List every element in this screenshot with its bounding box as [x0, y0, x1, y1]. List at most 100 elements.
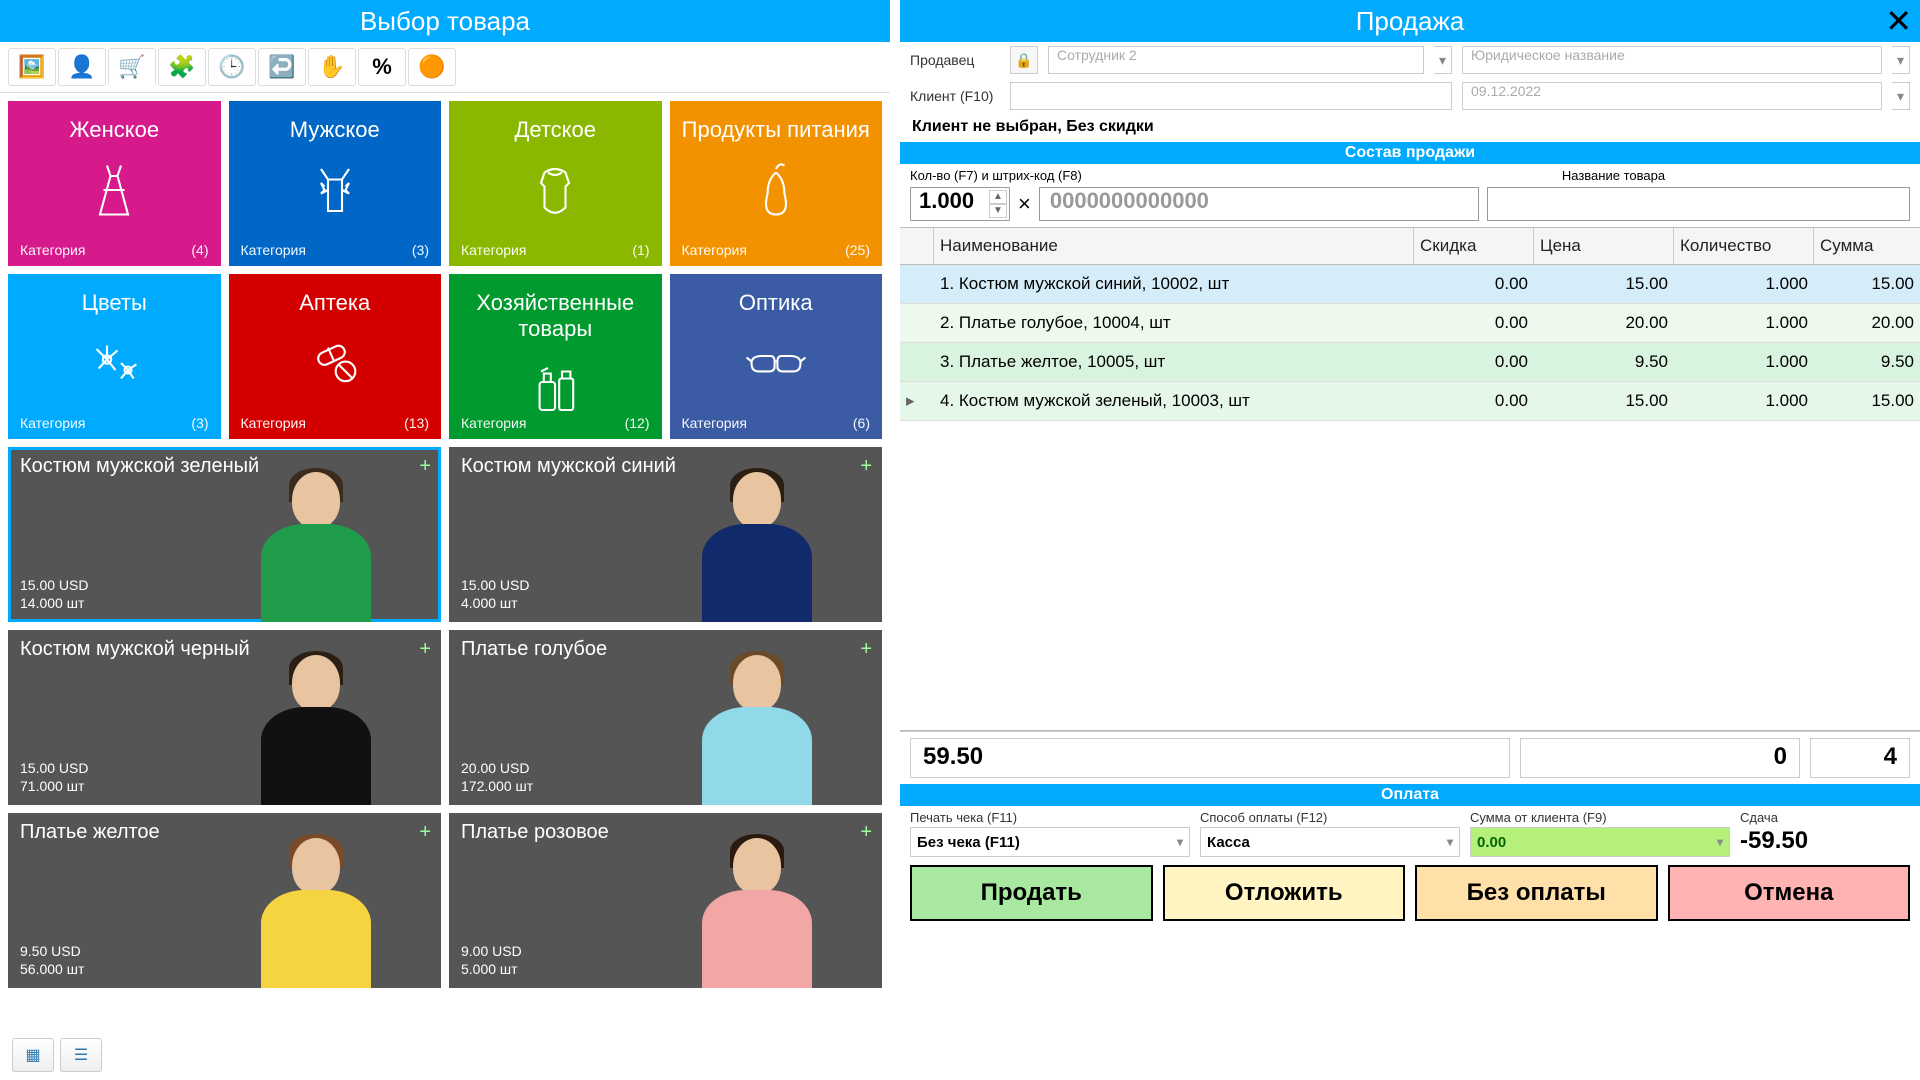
category-title: Продукты питания: [682, 117, 871, 143]
seller-label: Продавец: [910, 52, 1000, 68]
product-card-2[interactable]: Костюм мужской черный + 15.00 USD71.000 …: [8, 630, 441, 805]
category-tile-1[interactable]: Мужское Категория(3): [229, 101, 442, 266]
seller-select[interactable]: Сотрудник 2: [1048, 46, 1424, 74]
section-sale-contents: Состав продажи: [900, 142, 1920, 164]
category-tile-6[interactable]: Хозяйственные товары Категория(12): [449, 274, 662, 439]
product-image: [692, 828, 822, 988]
category-label: Категория: [461, 242, 526, 258]
product-card-3[interactable]: Платье голубое + 20.00 USD172.000 шт: [449, 630, 882, 805]
category-tile-4[interactable]: Цветы Категория(3): [8, 274, 221, 439]
onesie-icon: [461, 155, 650, 225]
row-price: 9.50: [1534, 343, 1674, 381]
change-value: -59.50: [1740, 827, 1910, 855]
category-tile-0[interactable]: Женское Категория(4): [8, 101, 221, 266]
sell-button[interactable]: Продать: [910, 865, 1153, 921]
table-row[interactable]: 1. Костюм мужской синий, 10002, шт 0.00 …: [900, 265, 1920, 304]
close-icon[interactable]: ✕: [1885, 0, 1912, 42]
category-title: Аптека: [241, 290, 430, 316]
product-card-4[interactable]: Платье желтое + 9.50 USD56.000 шт: [8, 813, 441, 988]
row-sum: 20.00: [1814, 304, 1920, 342]
col-price: Цена: [1534, 228, 1674, 264]
sale-table: Наименование Скидка Цена Количество Сумм…: [900, 227, 1920, 731]
barcode-input[interactable]: 0000000000000: [1039, 187, 1479, 221]
product-image: [692, 462, 822, 622]
row-name: 2. Платье голубое, 10004, шт: [934, 304, 1414, 342]
qty-barcode-label: Кол-во (F7) и штрих-код (F8): [910, 168, 1082, 183]
client-label: Клиент (F10): [910, 88, 1000, 104]
row-discount: 0.00: [1414, 304, 1534, 342]
toolbar-btn-hand[interactable]: ✋: [308, 48, 356, 86]
plus-icon: +: [419, 821, 431, 844]
receipt-select[interactable]: Без чека (F11)▾: [910, 827, 1190, 857]
category-count: (25): [845, 242, 870, 258]
legal-caret[interactable]: ▾: [1892, 46, 1910, 74]
product-meta: 15.00 USD71.000 шт: [20, 759, 88, 795]
item-name-input[interactable]: [1487, 187, 1910, 221]
category-title: Оптика: [682, 290, 871, 316]
cancel-button[interactable]: Отмена: [1668, 865, 1911, 921]
product-meta: 9.00 USD5.000 шт: [461, 942, 522, 978]
product-meta: 20.00 USD172.000 шт: [461, 759, 533, 795]
plus-icon: +: [860, 821, 872, 844]
row-price: 15.00: [1534, 382, 1674, 420]
toolbar-btn-cart[interactable]: 🛒: [108, 48, 156, 86]
change-label: Сдача: [1740, 810, 1910, 825]
date-caret[interactable]: ▾: [1892, 82, 1910, 110]
client-input[interactable]: [1010, 82, 1452, 110]
table-row[interactable]: 2. Платье голубое, 10004, шт 0.00 20.00 …: [900, 304, 1920, 343]
hold-button[interactable]: Отложить: [1163, 865, 1406, 921]
category-tile-7[interactable]: Оптика Категория (6): [670, 274, 883, 439]
right-panel-title: Продажа ✕: [900, 0, 1920, 42]
table-row[interactable]: ▸ 4. Костюм мужской зеленый, 10003, шт 0…: [900, 382, 1920, 421]
category-tile-3[interactable]: Продукты питания Категория (25): [670, 101, 883, 266]
row-qty: 1.000: [1674, 304, 1814, 342]
row-qty: 1.000: [1674, 265, 1814, 303]
qty-input[interactable]: 1.000 ▲▼: [910, 187, 1010, 221]
category-count: (3): [412, 242, 429, 258]
product-image: [251, 645, 381, 805]
seller-caret[interactable]: ▾: [1434, 46, 1452, 74]
legal-select[interactable]: Юридическое название: [1462, 46, 1882, 74]
category-label: Категория: [682, 415, 747, 431]
category-count: (4): [191, 242, 208, 258]
method-select[interactable]: Касса▾: [1200, 827, 1460, 857]
table-row[interactable]: 3. Платье желтое, 10005, шт 0.00 9.50 1.…: [900, 343, 1920, 382]
plus-icon: +: [419, 638, 431, 661]
row-price: 20.00: [1534, 304, 1674, 342]
date-select[interactable]: 09.12.2022: [1462, 82, 1882, 110]
category-label: Категория: [241, 415, 306, 431]
product-card-0[interactable]: Костюм мужской зеленый + 15.00 USD14.000…: [8, 447, 441, 622]
category-tile-5[interactable]: Аптека Категория(13): [229, 274, 442, 439]
toolbar-btn-image[interactable]: 🖼️: [8, 48, 56, 86]
product-card-5[interactable]: Платье розовое + 9.00 USD5.000 шт: [449, 813, 882, 988]
toolbar-btn-clock[interactable]: 🕒: [208, 48, 256, 86]
category-label: Категория: [20, 415, 85, 431]
left-panel-title: Выбор товара: [0, 0, 890, 42]
product-card-1[interactable]: Костюм мужской синий + 15.00 USD4.000 шт: [449, 447, 882, 622]
product-image: [251, 828, 381, 988]
category-count: (3): [191, 415, 208, 431]
toolbar-btn-coin[interactable]: 🟠: [408, 48, 456, 86]
toolbar-btn-undo[interactable]: ↩️: [258, 48, 306, 86]
category-title: Женское: [20, 117, 209, 143]
category-count: (6): [853, 415, 870, 431]
row-discount: 0.00: [1414, 382, 1534, 420]
toolbar-btn-puzzle[interactable]: 🧩: [158, 48, 206, 86]
view-grid-button[interactable]: ▦: [12, 1038, 54, 1072]
row-qty: 1.000: [1674, 382, 1814, 420]
product-meta: 15.00 USD4.000 шт: [461, 576, 529, 612]
toolbar-btn-user[interactable]: 👤: [58, 48, 106, 86]
category-tile-2[interactable]: Детское Категория(1): [449, 101, 662, 266]
toolbar-btn-percent[interactable]: %: [358, 48, 406, 86]
category-label: Категория: [682, 242, 747, 258]
col-sum: Сумма: [1814, 228, 1920, 264]
view-list-button[interactable]: ☰: [60, 1038, 102, 1072]
product-image: [692, 645, 822, 805]
qty-up[interactable]: ▲: [989, 190, 1007, 204]
nopay-button[interactable]: Без оплаты: [1415, 865, 1658, 921]
lock-icon[interactable]: 🔒: [1010, 46, 1038, 74]
glasses-icon: [682, 328, 871, 398]
qty-down[interactable]: ▼: [989, 204, 1007, 218]
plus-icon: +: [860, 455, 872, 478]
amount-input[interactable]: 0.00▾: [1470, 827, 1730, 857]
